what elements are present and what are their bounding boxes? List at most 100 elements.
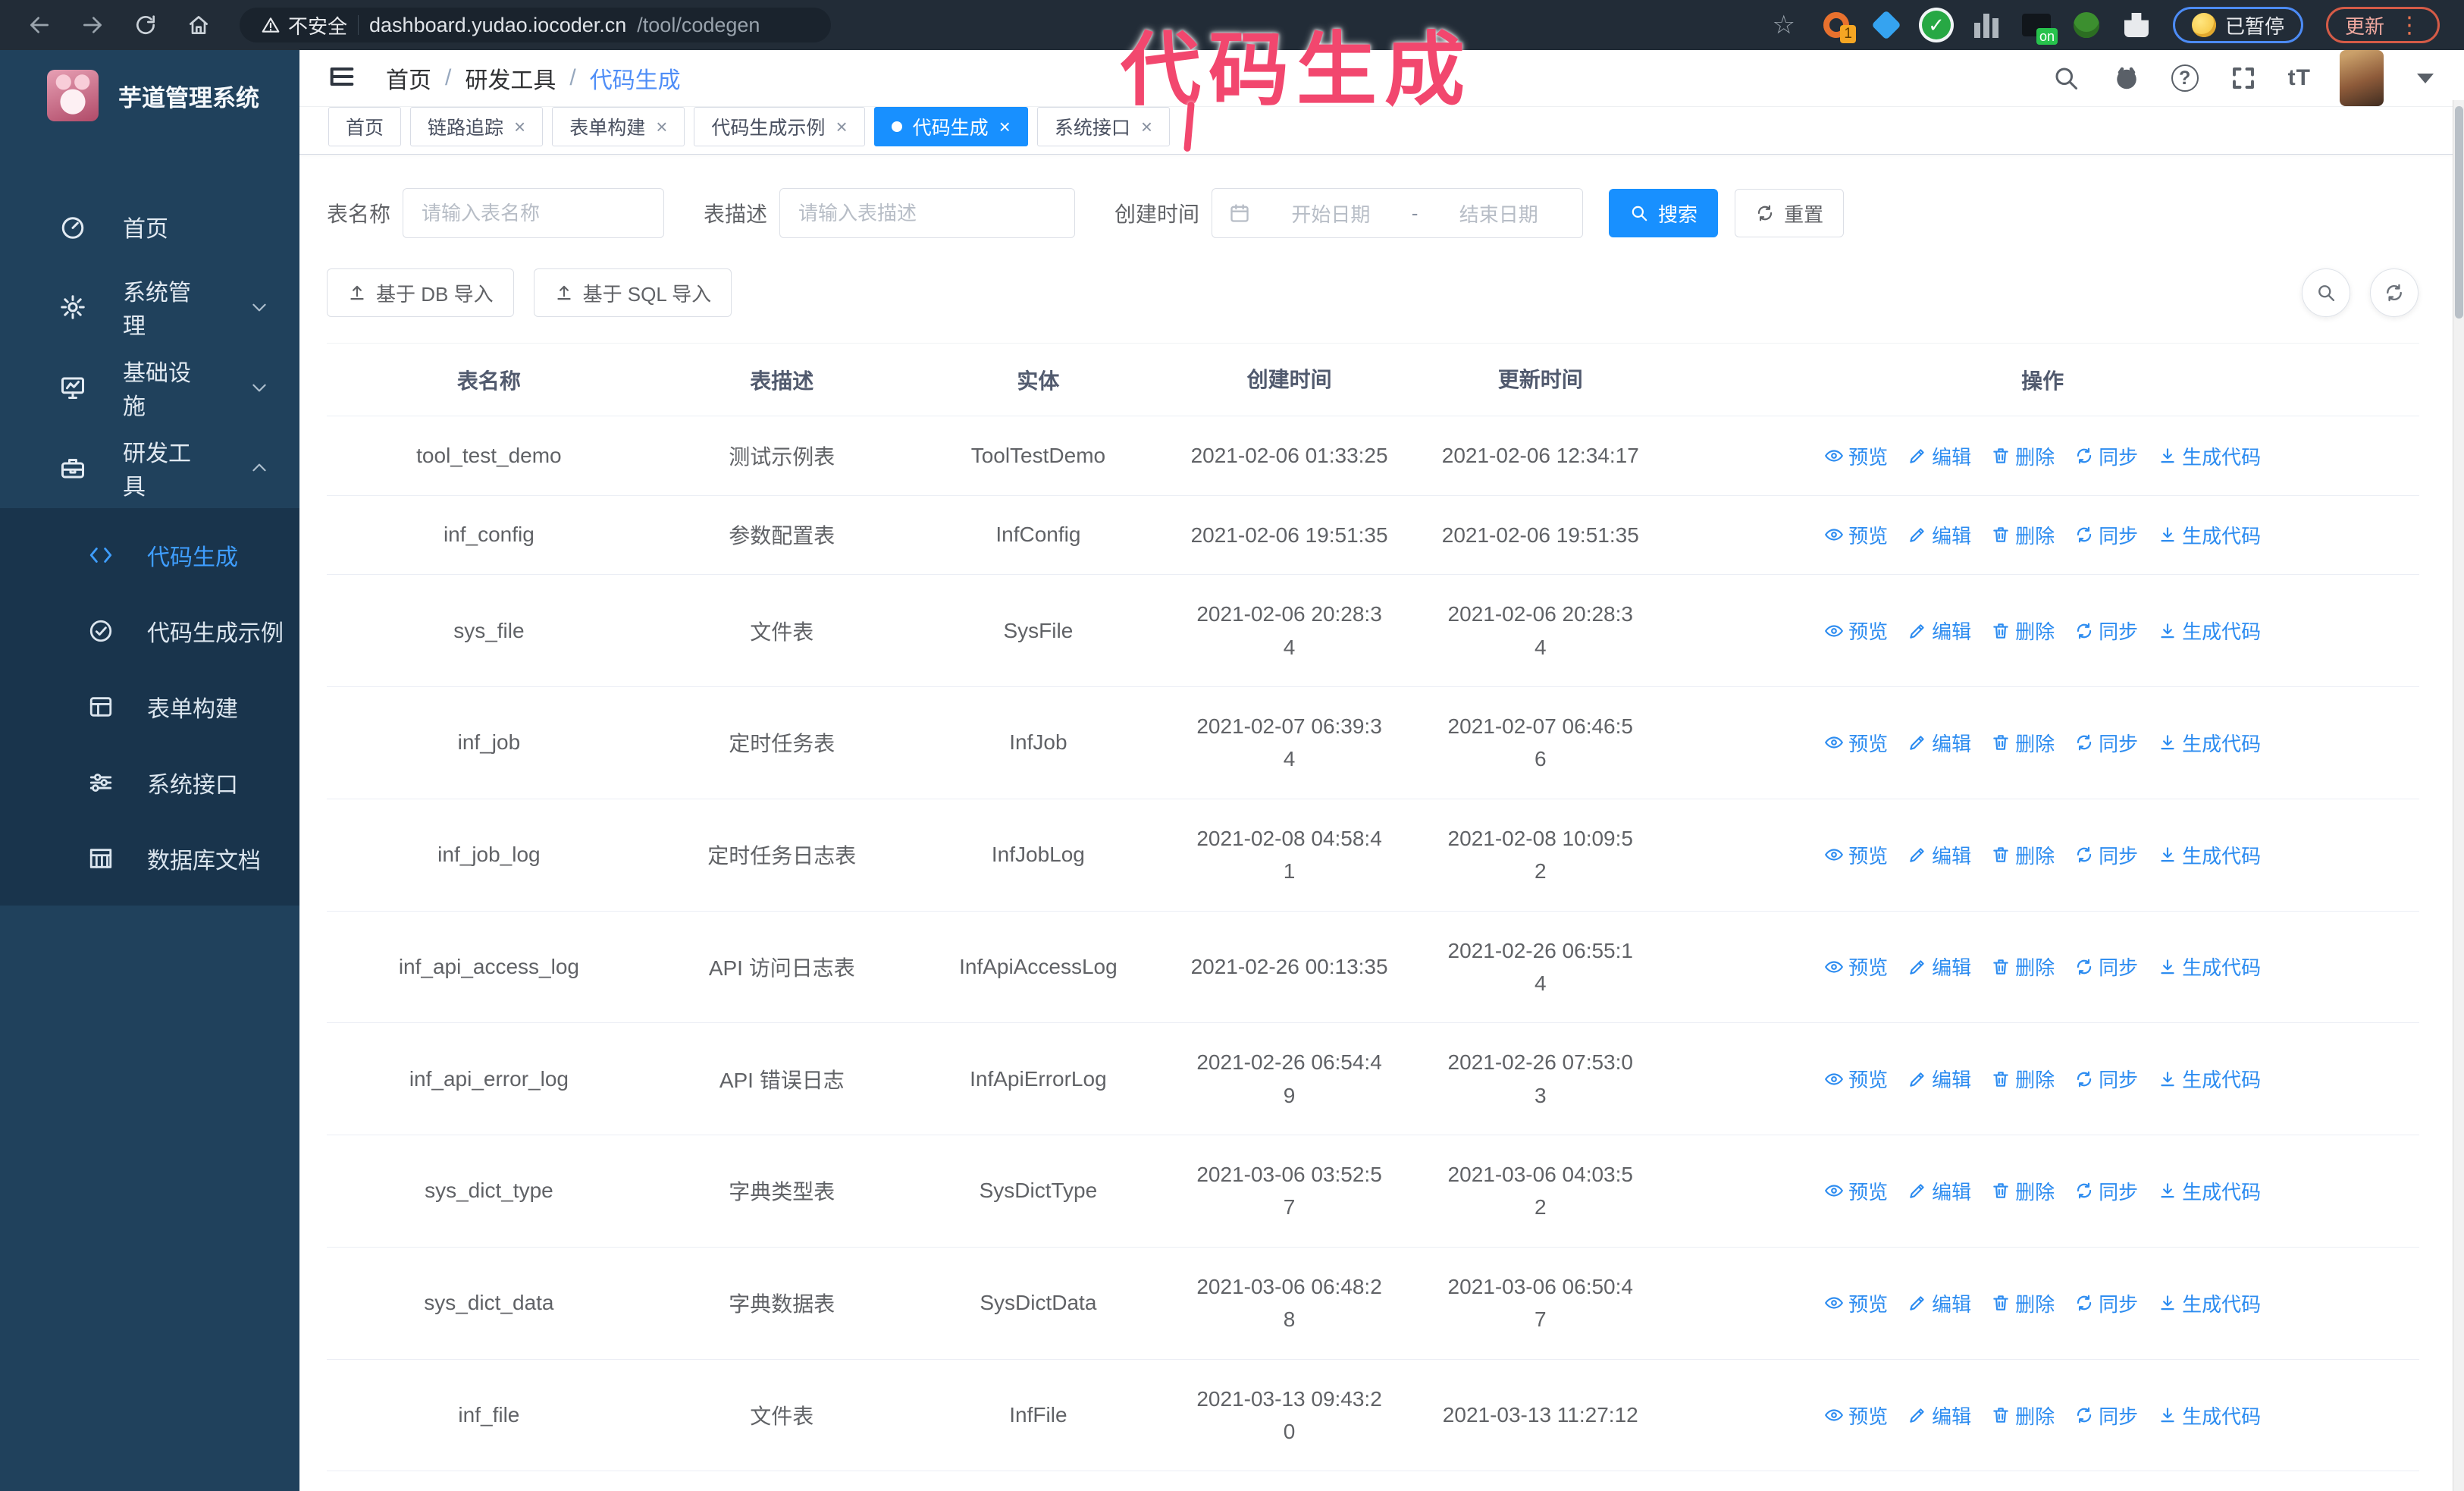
user-avatar[interactable]	[2340, 50, 2384, 106]
sync-link[interactable]: 同步	[2074, 953, 2138, 981]
preview-link[interactable]: 预览	[1824, 729, 1888, 757]
close-icon[interactable]: ×	[835, 117, 847, 137]
generate-code-link[interactable]: 生成代码	[2158, 521, 2261, 549]
sidebar-item-form-builder[interactable]: 表单构建	[0, 669, 299, 745]
close-icon[interactable]: ×	[656, 117, 667, 137]
generate-code-link[interactable]: 生成代码	[2158, 1065, 2261, 1093]
preview-link[interactable]: 预览	[1824, 841, 1888, 869]
sync-link[interactable]: 同步	[2074, 729, 2138, 757]
fullscreen-icon[interactable]	[2227, 62, 2259, 94]
breadcrumb-devtools[interactable]: 研发工具	[465, 61, 556, 95]
proxy-extension-icon[interactable]: 1	[1820, 8, 1856, 43]
table-name-input[interactable]	[403, 188, 665, 238]
sync-link[interactable]: 同步	[2074, 521, 2138, 549]
security-warning[interactable]: 不安全	[261, 11, 347, 39]
sidebar-item-infra[interactable]: 基础设施	[0, 347, 299, 428]
edit-link[interactable]: 编辑	[1908, 953, 1971, 981]
delete-link[interactable]: 删除	[1991, 1177, 2055, 1205]
help-icon[interactable]: ?	[2171, 64, 2199, 92]
preview-link[interactable]: 预览	[1824, 1065, 1888, 1093]
delete-link[interactable]: 删除	[1991, 1402, 2055, 1430]
end-date-input[interactable]: 结束日期	[1431, 199, 1566, 228]
tab-system-api[interactable]: 系统接口 ×	[1036, 107, 1171, 146]
preview-link[interactable]: 预览	[1824, 953, 1888, 981]
sync-link[interactable]: 同步	[2074, 1177, 2138, 1205]
bookmark-star-icon[interactable]: ☆	[1772, 12, 1795, 38]
preview-link[interactable]: 预览	[1824, 1402, 1888, 1430]
stats-extension-icon[interactable]	[1970, 8, 2003, 42]
import-sql-button[interactable]: 基于 SQL 导入	[533, 268, 732, 317]
delete-link[interactable]: 删除	[1991, 617, 2055, 645]
tab-form-builder[interactable]: 表单构建 ×	[552, 107, 685, 146]
hamburger-icon[interactable]	[327, 61, 360, 95]
delete-link[interactable]: 删除	[1991, 953, 2055, 981]
sync-link[interactable]: 同步	[2074, 1402, 2138, 1430]
close-icon[interactable]: ×	[999, 117, 1011, 137]
scrollbar-thumb[interactable]	[2455, 106, 2463, 319]
sync-link[interactable]: 同步	[2074, 617, 2138, 645]
generate-code-link[interactable]: 生成代码	[2158, 617, 2261, 645]
generate-code-link[interactable]: 生成代码	[2158, 953, 2261, 981]
generate-code-link[interactable]: 生成代码	[2158, 729, 2261, 757]
update-button[interactable]: 更新 ⋮	[2325, 7, 2440, 43]
gem-extension-icon[interactable]	[1870, 8, 1903, 42]
window-scrollbar[interactable]	[2453, 100, 2464, 1491]
font-size-icon[interactable]: tT	[2288, 65, 2311, 91]
breadcrumb-home[interactable]: 首页	[386, 61, 431, 95]
date-range-picker[interactable]: 开始日期 - 结束日期	[1212, 188, 1584, 238]
tab-home[interactable]: 首页	[328, 107, 402, 146]
puzzle-extensions-icon[interactable]	[2120, 8, 2153, 42]
search-button[interactable]: 搜索	[1609, 189, 1719, 237]
generate-code-link[interactable]: 生成代码	[2158, 1177, 2261, 1205]
sidebar-item-db-doc[interactable]: 数据库文档	[0, 821, 299, 896]
forward-icon[interactable]	[77, 10, 108, 40]
edit-link[interactable]: 编辑	[1908, 1402, 1971, 1430]
sidebar-item-system[interactable]: 系统管理	[0, 267, 299, 347]
address-bar[interactable]: 不安全 dashboard.yudao.iocoder.cn/tool/code…	[240, 8, 831, 42]
sidebar-item-home[interactable]: 首页	[0, 187, 299, 267]
sync-link[interactable]: 同步	[2074, 1289, 2138, 1317]
generate-code-link[interactable]: 生成代码	[2158, 841, 2261, 869]
delete-link[interactable]: 删除	[1991, 1289, 2055, 1317]
delete-link[interactable]: 删除	[1991, 1065, 2055, 1093]
sidebar-item-codegen-example[interactable]: 代码生成示例	[0, 593, 299, 669]
kebab-menu-icon[interactable]: ⋮	[2398, 12, 2421, 39]
sidebar-item-devtools[interactable]: 研发工具	[0, 428, 299, 508]
github-icon[interactable]	[2111, 62, 2143, 94]
preview-link[interactable]: 预览	[1824, 442, 1888, 470]
close-icon[interactable]: ×	[514, 117, 525, 137]
reload-icon[interactable]	[130, 10, 161, 40]
tab-tracing[interactable]: 链路追踪 ×	[410, 107, 544, 146]
edit-link[interactable]: 编辑	[1908, 1065, 1971, 1093]
delete-link[interactable]: 删除	[1991, 521, 2055, 549]
generate-code-link[interactable]: 生成代码	[2158, 1289, 2261, 1317]
edit-link[interactable]: 编辑	[1908, 729, 1971, 757]
edit-link[interactable]: 编辑	[1908, 442, 1971, 470]
start-date-input[interactable]: 开始日期	[1264, 199, 1398, 228]
sidebar-item-system-api[interactable]: 系统接口	[0, 745, 299, 821]
edit-link[interactable]: 编辑	[1908, 1177, 1971, 1205]
delete-link[interactable]: 删除	[1991, 729, 2055, 757]
generate-code-link[interactable]: 生成代码	[2158, 442, 2261, 470]
refresh-table-button[interactable]	[2370, 268, 2419, 317]
home-icon[interactable]	[183, 10, 214, 40]
sync-link[interactable]: 同步	[2074, 1065, 2138, 1093]
toggle-search-button[interactable]	[2302, 268, 2350, 317]
tab-codegen-example[interactable]: 代码生成示例 ×	[694, 107, 865, 146]
avatar-caret-icon[interactable]	[2417, 73, 2434, 83]
tampermonkey-extension-icon[interactable]	[2070, 8, 2103, 42]
sidebar-item-codegen[interactable]: 代码生成	[0, 517, 299, 593]
back-icon[interactable]	[24, 10, 55, 40]
edit-link[interactable]: 编辑	[1908, 617, 1971, 645]
search-icon[interactable]	[2050, 62, 2082, 94]
adguard-extension-icon[interactable]: ✓	[1920, 8, 1953, 42]
preview-link[interactable]: 预览	[1824, 521, 1888, 549]
paused-status-pill[interactable]: 已暂停	[2172, 7, 2303, 43]
edit-link[interactable]: 编辑	[1908, 1289, 1971, 1317]
tab-codegen[interactable]: 代码生成 ×	[873, 107, 1028, 146]
table-desc-input[interactable]	[779, 188, 1076, 238]
sync-link[interactable]: 同步	[2074, 841, 2138, 869]
preview-link[interactable]: 预览	[1824, 617, 1888, 645]
switch-extension-icon[interactable]: on	[2020, 8, 2058, 45]
generate-code-link[interactable]: 生成代码	[2158, 1402, 2261, 1430]
